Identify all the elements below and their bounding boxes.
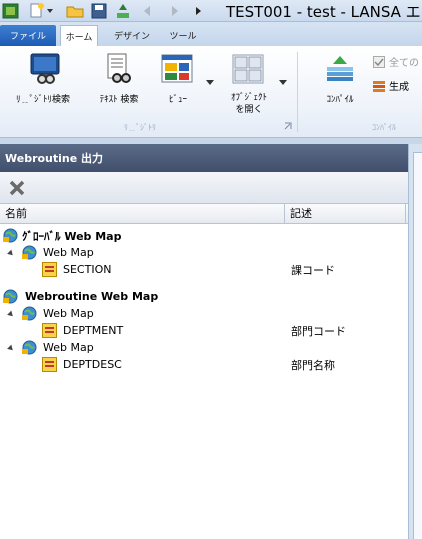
web-map-globe-icon xyxy=(22,245,37,260)
tree-node-label: Web Map xyxy=(43,307,94,320)
tree-node-webroutine-web-map[interactable]: Webroutine Web Map xyxy=(0,288,408,305)
check-icon xyxy=(373,55,385,68)
dropdown-icon[interactable] xyxy=(44,2,62,20)
tree-node-web-map[interactable]: Web Map xyxy=(0,339,408,356)
tree-node-label: DEPTMENT xyxy=(63,324,124,337)
open-object-label: ｵﾌﾞｼﾞｪｸﾄ を開く xyxy=(218,92,280,116)
tree-node-description: 部門名称 xyxy=(291,358,335,372)
generate-icon xyxy=(373,80,385,92)
text-search-label: ﾃｷｽﾄ 検索 xyxy=(99,95,139,105)
tree-node-label: Web Map xyxy=(43,246,94,259)
field-icon xyxy=(42,357,57,372)
tab-design[interactable]: デザイン xyxy=(108,25,156,46)
more-icon[interactable] xyxy=(190,2,208,20)
tab-home[interactable]: ホーム xyxy=(60,25,98,46)
tree-node-field-deptdesc[interactable]: DEPTDESC 部門名称 xyxy=(0,356,408,373)
group-repository-label: ﾘ﹎ﾟｼﾞﾄﾘ xyxy=(124,123,156,132)
generate-label: 生成 xyxy=(389,82,409,93)
tree-node-web-map[interactable]: Web Map xyxy=(0,305,408,322)
generate-button[interactable]: 生成 xyxy=(373,78,409,93)
repository-search-label: ﾘ﹎ﾟｼﾞﾄﾘ検索 xyxy=(15,95,70,105)
tree-node-field-deptment[interactable]: DEPTMENT 部門コード xyxy=(0,322,408,339)
adjacent-panel-body xyxy=(413,152,422,539)
open-object-dropdown-icon[interactable] xyxy=(279,80,287,86)
group-separator xyxy=(297,52,298,132)
tree-node-label: Web Map xyxy=(43,341,94,354)
tree-node-label: SECTION xyxy=(63,263,112,276)
open-object-label-line1: ｵﾌﾞｼﾞｪｸﾄ xyxy=(230,93,267,103)
save-icon[interactable] xyxy=(90,2,108,20)
field-icon xyxy=(42,323,57,338)
compile-label: ｺﾝﾊﾟｲﾙ xyxy=(326,95,354,105)
expand-arrow-icon[interactable] xyxy=(7,249,15,258)
tree-node-label: Webroutine Web Map xyxy=(25,290,159,303)
title-bar: TEST001 - test - LANSA エ xyxy=(0,0,422,22)
view-dropdown-icon[interactable] xyxy=(206,80,214,86)
web-map-tree: ｸﾞﾛｰﾊﾞﾙ Web Map Web Map SECTION 課コード Web… xyxy=(0,224,408,539)
dialog-launcher-icon[interactable] xyxy=(284,122,292,130)
window-title: TEST001 - test - LANSA エ xyxy=(226,3,421,21)
repository-search-icon xyxy=(30,53,60,84)
column-name-header[interactable]: 名前 xyxy=(0,204,285,224)
tab-file[interactable]: ファイル xyxy=(0,25,56,46)
download-icon[interactable] xyxy=(114,2,132,20)
web-map-globe-icon xyxy=(22,306,37,321)
ribbon: ﾘ﹎ﾟｼﾞﾄﾘ検索 ﾃｷｽﾄ 検索 ﾋﾞｭｰ ｵﾌﾞｼﾞｪｸﾄ を開く ﾘ﹎ﾟｼ… xyxy=(0,46,422,138)
open-object-icon xyxy=(232,54,264,84)
compile-icon xyxy=(327,56,353,81)
group-compile-label: ｺﾝﾊﾟｲﾙ xyxy=(372,123,396,132)
expand-arrow-icon[interactable] xyxy=(7,344,15,353)
panel-title: Webroutine 出力 xyxy=(0,144,408,172)
back-icon[interactable] xyxy=(140,2,158,20)
ribbon-tabs: ファイル ホーム デザイン ツール xyxy=(0,22,422,46)
adjacent-panel-edge xyxy=(408,144,422,539)
tree-node-label: DEPTDESC xyxy=(63,358,122,371)
open-folder-icon[interactable] xyxy=(66,2,84,20)
column-desc-header[interactable]: 記述 xyxy=(285,204,406,224)
tree-node-label: ｸﾞﾛｰﾊﾞﾙ Web Map xyxy=(22,229,122,243)
open-object-label-line2: を開く xyxy=(235,105,263,115)
forward-icon[interactable] xyxy=(164,2,182,20)
view-icon xyxy=(161,54,193,83)
web-map-globe-icon xyxy=(3,228,18,243)
field-icon xyxy=(42,262,57,277)
view-label: ﾋﾞｭｰ xyxy=(168,95,187,105)
delete-icon[interactable] xyxy=(8,179,26,197)
panel-toolbar xyxy=(0,172,408,204)
tree-node-global-web-map[interactable]: ｸﾞﾛｰﾊﾞﾙ Web Map xyxy=(0,227,408,244)
text-search-icon xyxy=(107,53,131,83)
column-header: 名前 記述 xyxy=(0,204,408,224)
compile-all-label: 全ての xyxy=(389,58,419,69)
tree-node-description: 部門コード xyxy=(291,324,346,338)
app-icon xyxy=(2,3,19,19)
expand-arrow-icon[interactable] xyxy=(7,310,15,319)
tab-tools[interactable]: ツール xyxy=(166,25,200,46)
web-map-globe-icon xyxy=(22,340,37,355)
tree-node-description: 課コード xyxy=(291,263,335,277)
web-map-globe-icon xyxy=(3,289,18,304)
tree-node-field-section[interactable]: SECTION 課コード xyxy=(0,261,408,278)
tree-node-web-map[interactable]: Web Map xyxy=(0,244,408,261)
compile-all-button[interactable]: 全ての xyxy=(373,54,419,69)
